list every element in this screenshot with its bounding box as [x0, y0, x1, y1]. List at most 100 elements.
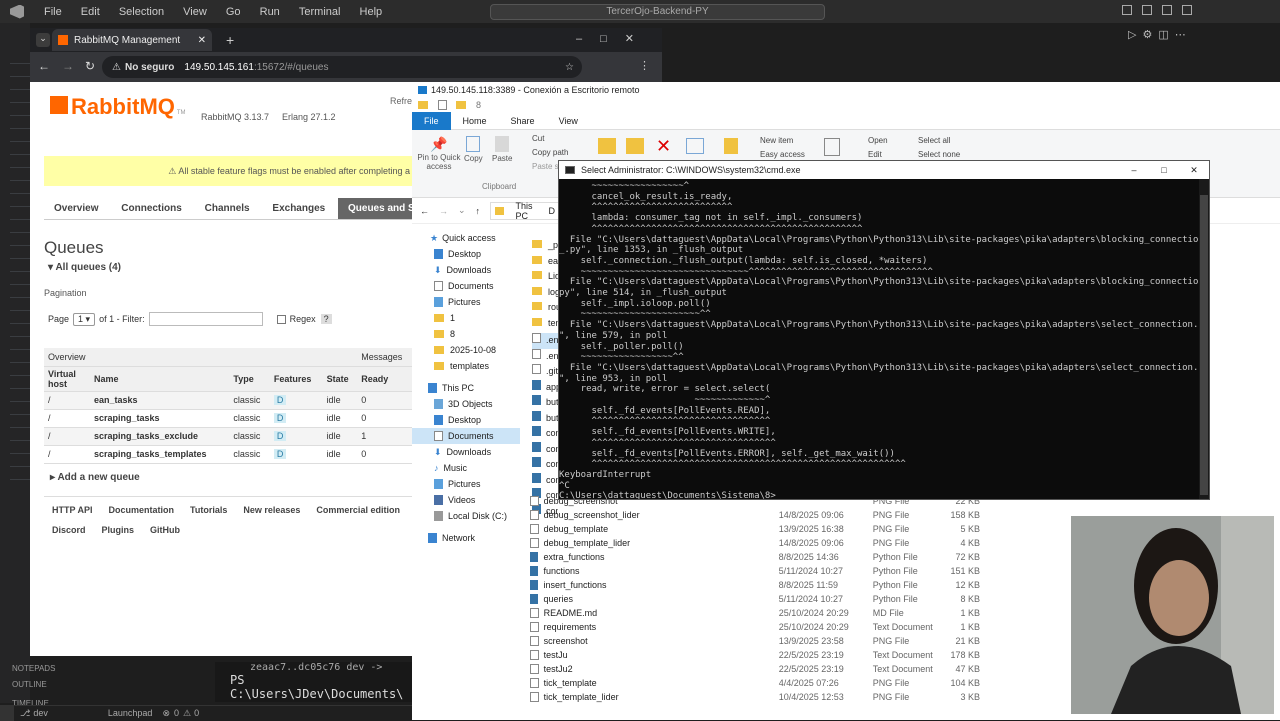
row-name[interactable]: ean_tasks	[90, 391, 230, 410]
explorer-address-bar[interactable]: This PC D	[490, 201, 561, 221]
menu-edit[interactable]: Edit	[81, 6, 100, 18]
command-center-search[interactable]: TercerOjo-Backend-PY	[490, 4, 825, 20]
problems-icon[interactable]: ⊗	[162, 708, 170, 719]
remote-icon[interactable]	[0, 705, 14, 721]
row-name[interactable]: scraping_tasks_exclude	[90, 427, 230, 446]
partial-item[interactable]: tem	[532, 317, 558, 334]
footer-http-api[interactable]: HTTP API	[52, 505, 93, 515]
section-outline[interactable]: OUTLINE	[0, 675, 60, 694]
table-row[interactable]: / ean_tasks classic Didle 0	[44, 391, 414, 410]
nav-folder-date[interactable]: 2025-10-08	[412, 342, 520, 358]
footer-tutorials[interactable]: Tutorials	[190, 505, 227, 515]
nav-local-disk[interactable]: Local Disk (C:)	[412, 508, 520, 524]
ribbon-tab-home[interactable]: Home	[451, 116, 499, 126]
col-ready[interactable]: Ready	[357, 366, 414, 392]
nav-pc-desktop[interactable]: Desktop	[412, 412, 520, 428]
nav-folder-templates[interactable]: templates	[412, 358, 520, 374]
run-icon[interactable]: ▷	[1128, 29, 1142, 41]
menu-run[interactable]: Run	[260, 6, 280, 18]
copy-path-button[interactable]: Copy path	[532, 148, 568, 157]
nav-network[interactable]: Network	[412, 530, 520, 546]
customize-layout-icon[interactable]	[1182, 5, 1192, 15]
paste-button[interactable]: Paste	[492, 136, 512, 163]
crumb-d[interactable]: D	[549, 206, 556, 216]
col-state[interactable]: State	[322, 366, 358, 392]
partial-item[interactable]: con	[532, 426, 558, 442]
col-features[interactable]: Features	[269, 366, 323, 392]
menu-file[interactable]: File	[44, 6, 62, 18]
ribbon-tab-share[interactable]: Share	[499, 116, 547, 126]
partial-item[interactable]: con	[532, 457, 558, 473]
cut-button[interactable]: Cut	[532, 134, 544, 143]
footer-commercial[interactable]: Commercial edition	[316, 505, 400, 515]
edit-button[interactable]: Edit	[868, 150, 882, 159]
file-row[interactable]: functions 5/11/2024 10:27 Python File 151 K…	[530, 564, 980, 578]
durable-badge[interactable]: D	[273, 449, 287, 459]
page-select[interactable]: 1 ▾	[73, 312, 96, 326]
pin-button[interactable]: 📌 Pin to Quick access	[416, 136, 462, 171]
row-name[interactable]: scraping_tasks_templates	[90, 445, 230, 464]
nav-pc-pictures[interactable]: Pictures	[412, 476, 520, 492]
file-row[interactable]: screenshot 13/9/2025 23:58 PNG File 21 KB	[530, 634, 980, 648]
new-item-button[interactable]: New item	[760, 136, 793, 145]
tab-rabbitmq[interactable]: RabbitMQ Management ✕	[52, 29, 212, 51]
partial-item[interactable]: .env	[532, 348, 558, 365]
toggle-panel-icon[interactable]	[1142, 5, 1152, 15]
ribbon-tab-view[interactable]: View	[547, 116, 590, 126]
nav-overview[interactable]: Overview	[44, 198, 108, 219]
partial-item[interactable]: ean	[532, 255, 558, 272]
menu-view[interactable]: View	[183, 6, 207, 18]
properties-icon[interactable]	[824, 138, 840, 156]
nav-exchanges[interactable]: Exchanges	[262, 198, 335, 219]
partial-item[interactable]: rout	[532, 302, 558, 318]
regex-help-icon[interactable]: ?	[320, 314, 332, 324]
nav-channels[interactable]: Channels	[195, 198, 260, 219]
partial-item[interactable]: but	[532, 410, 558, 427]
integrated-terminal[interactable]: zeaac7..dc05c76 dev -> PS C:\Users\JDev\…	[215, 662, 415, 702]
durable-badge[interactable]: D	[273, 395, 287, 405]
nav-pc-downloads[interactable]: ⬇ Downloads	[412, 444, 520, 460]
file-row[interactable]: README.md 25/10/2024 20:29 MD File 1 KB	[530, 606, 980, 620]
menu-help[interactable]: Help	[360, 6, 383, 18]
tab-close-icon[interactable]: ✕	[198, 35, 206, 46]
partial-item[interactable]: con	[532, 441, 558, 458]
delete-icon[interactable]: ✕	[656, 136, 671, 157]
partial-item[interactable]: but	[532, 395, 558, 411]
open-button[interactable]: Open	[868, 136, 888, 145]
menu-terminal[interactable]: Terminal	[299, 6, 341, 18]
security-label[interactable]: No seguro	[125, 62, 174, 73]
close-icon[interactable]: ✕	[1179, 165, 1209, 176]
back-icon[interactable]: ←	[38, 59, 50, 73]
select-all-button[interactable]: Select all	[918, 136, 950, 145]
explorer-back-icon[interactable]: ←	[420, 206, 429, 216]
nav-3d-objects[interactable]: 3D Objects	[412, 396, 520, 412]
col-name[interactable]: Name	[90, 366, 230, 392]
debug-icon[interactable]: ⚙	[1142, 29, 1158, 41]
nav-pc-documents[interactable]: Documents	[412, 428, 520, 444]
launchpad-label[interactable]: Launchpad	[108, 708, 153, 718]
col-type[interactable]: Type	[229, 366, 270, 392]
footer-discord[interactable]: Discord	[52, 525, 86, 535]
nav-downloads[interactable]: ⬇ Downloads	[412, 262, 520, 278]
partial-item[interactable]: con	[532, 472, 558, 489]
copy-to-icon[interactable]	[626, 138, 644, 154]
nav-queues[interactable]: Queues and Str	[338, 198, 414, 219]
table-row[interactable]: / scraping_tasks classic Didle 0	[44, 409, 414, 428]
section-notepads[interactable]: NOTEPADS	[0, 662, 60, 675]
rename-icon[interactable]	[686, 138, 704, 154]
nav-folder-1[interactable]: 1	[412, 310, 520, 326]
file-row[interactable]: tick_template_lider 10/4/2025 12:53 PNG Fi…	[530, 690, 980, 704]
nav-videos[interactable]: Videos	[412, 492, 520, 508]
file-row[interactable]: debug_template 13/9/2025 16:38 PNG File 5 K…	[530, 522, 980, 536]
toggle-secondary-icon[interactable]	[1162, 5, 1172, 15]
tab-menu-icon[interactable]: ⌄	[36, 33, 50, 47]
nav-music[interactable]: ♪ Music	[412, 460, 520, 476]
file-row[interactable]: insert_functions 8/8/2025 11:59 Python Fil…	[530, 578, 980, 592]
nav-pictures[interactable]: Pictures	[412, 294, 520, 310]
qat-newfolder-icon[interactable]	[456, 101, 466, 109]
file-row[interactable]: requirements 25/10/2024 20:29 Text Documen…	[530, 620, 980, 634]
partial-item[interactable]: .giti	[532, 364, 558, 380]
nav-connections[interactable]: Connections	[111, 198, 192, 219]
more-actions-icon[interactable]: ⋯	[1175, 29, 1192, 41]
partial-item[interactable]: logs	[532, 286, 558, 303]
